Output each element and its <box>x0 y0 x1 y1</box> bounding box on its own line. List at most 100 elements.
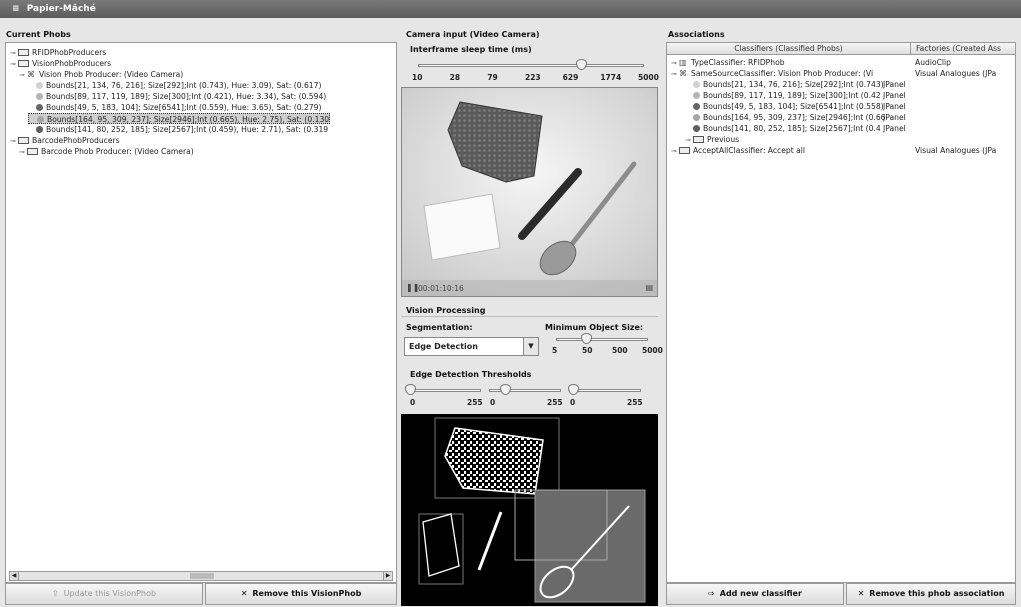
association-row[interactable]: Bounds[21, 134, 76, 216]; Size[292];Int … <box>667 79 1015 90</box>
association-row[interactable]: ⊸ ⌘ SameSourceClassifier: Vision Phob Prod… <box>667 68 1015 79</box>
tree-toggle-icon[interactable]: ⊸ <box>19 70 27 81</box>
menu-icon[interactable]: ≡ <box>12 4 20 14</box>
edge-threshold-tick-label: 0 <box>410 398 416 407</box>
remove-association-button[interactable]: ✕ Remove this phob association <box>846 583 1016 605</box>
add-classifier-button[interactable]: ⇨ Add new classifier <box>666 583 844 605</box>
phob-tree-row[interactable]: ⊸ VisionPhobProducers <box>10 58 111 69</box>
camera-feed-svg <box>402 88 657 296</box>
classifier-label: Bounds[89, 117, 119, 189]; Size[300];Int… <box>703 91 881 100</box>
factory-cell: JPanel <box>883 113 906 122</box>
edge-threshold-tick-label: 255 <box>547 398 563 407</box>
phob-tree-row[interactable]: Bounds[49, 5, 183, 104]; Size[6541];Int … <box>28 102 321 113</box>
fullscreen-icon[interactable]: ▤ <box>645 283 653 292</box>
phob-tree-label: Bounds[141, 80, 252, 185]; Size[2567];In… <box>46 125 329 134</box>
segmentation-label: Segmentation: <box>406 323 473 332</box>
classifier-label: TypeClassifier: RFIDPhob <box>691 58 785 67</box>
tree-toggle-icon[interactable]: ⊸ <box>10 59 18 70</box>
phob-tree-row[interactable]: ⊸ ⌘ Vision Phob Producer: (Video Camera) <box>19 69 183 80</box>
phob-tree-row[interactable]: ⊸ Barcode Phob Producer: (Video Camera) <box>19 146 194 157</box>
scroll-left-arrow-icon[interactable]: ◀ <box>9 571 19 581</box>
association-row[interactable]: ⊸ ▥ TypeClassifier: RFIDPhob AudioClip <box>667 57 1015 68</box>
edge-threshold-slider-track[interactable] <box>569 389 641 392</box>
phob-color-dot-icon <box>693 114 700 121</box>
tree-toggle-icon[interactable]: ⊸ <box>10 136 18 147</box>
camera-icon: ⌘ <box>679 69 687 78</box>
remove-visionphob-button[interactable]: ✕ Remove this VisionPhob <box>205 583 397 605</box>
phob-tree-label: RFIDPhobProducers <box>32 48 107 57</box>
edge-threshold-slider-thumb[interactable] <box>405 384 417 395</box>
slider-tick-label: 500 <box>612 346 628 355</box>
association-row[interactable]: ⊸ Previous <box>667 134 1015 145</box>
phob-tree-row[interactable]: ⊸ RFIDPhobProducers <box>10 47 106 58</box>
slider-tick-label: 5000 <box>642 346 663 355</box>
classifier-cell: Bounds[164, 95, 309, 237]; Size[2946];In… <box>685 112 911 123</box>
paper-sheet-object <box>423 193 501 261</box>
classifier-cell: Bounds[89, 117, 119, 189]; Size[300];Int… <box>685 90 911 101</box>
classifier-label: SameSourceClassifier: Vision Phob Produc… <box>691 69 874 78</box>
slider-tick-label: 79 <box>487 73 498 82</box>
folder-icon <box>18 49 29 56</box>
associations-table[interactable]: Classifiers (Classified Phobs) Factories… <box>666 42 1016 583</box>
min-object-size-label: Minimum Object Size: <box>545 323 644 332</box>
slider-tick-label: 5000 <box>638 73 659 82</box>
vision-divider <box>401 316 658 317</box>
segmentation-select[interactable]: Edge Detection ▼ <box>404 337 539 356</box>
horizontal-scrollbar[interactable]: ◀ ▶ <box>9 571 393 581</box>
phob-color-dot-icon <box>36 93 43 100</box>
scroll-thumb[interactable] <box>190 573 214 579</box>
association-row[interactable]: Bounds[89, 117, 119, 189]; Size[300];Int… <box>667 90 1015 101</box>
phob-color-dot-icon <box>36 82 43 89</box>
classifiers-column-header[interactable]: Classifiers (Classified Phobs) <box>667 43 911 55</box>
phob-tree-row[interactable]: Bounds[21, 134, 76, 216]; Size[292];Int … <box>28 80 321 91</box>
factory-cell: JPanel <box>883 91 906 100</box>
slider-tick-label: 50 <box>582 346 593 355</box>
association-row[interactable]: Bounds[164, 95, 309, 237]; Size[2946];In… <box>667 112 1015 123</box>
slider-tick-label: 629 <box>562 73 579 82</box>
tree-toggle-icon[interactable]: ⊸ <box>19 147 27 158</box>
phob-tree-label: Barcode Phob Producer: (Video Camera) <box>41 147 194 156</box>
remove-icon: ✕ <box>240 589 248 598</box>
edge-threshold-slider-thumb[interactable] <box>568 384 580 395</box>
sleep-time-label: Interframe sleep time (ms) <box>410 45 532 54</box>
association-row[interactable]: Bounds[141, 80, 252, 185]; Size[2567];In… <box>667 123 1015 134</box>
folder-icon <box>693 136 704 143</box>
phob-tree-label: Bounds[89, 117, 119, 189]; Size[300];Int… <box>46 92 327 101</box>
sleep-time-slider-thumb[interactable] <box>575 59 587 70</box>
association-row[interactable]: Bounds[49, 5, 183, 104]; Size[6541];Int … <box>667 101 1015 112</box>
edge-threshold-slider-thumb[interactable] <box>499 384 511 395</box>
phob-tree-label: Bounds[49, 5, 183, 104]; Size[6541];Int … <box>46 103 322 112</box>
edge-detection-svg <box>418 417 646 603</box>
edge-thresholds-label: Edge Detection Thresholds <box>410 370 532 379</box>
sleep-time-slider-track[interactable] <box>418 64 644 67</box>
tree-toggle-icon[interactable]: ⊸ <box>671 146 679 157</box>
folder-icon <box>18 60 29 67</box>
chevron-down-icon[interactable]: ▼ <box>523 338 538 355</box>
edge-threshold-tick-label: 255 <box>627 398 643 407</box>
phob-tree-row[interactable]: ⊸ BarcodePhobProducers <box>10 135 120 146</box>
factories-column-header[interactable]: Factories (Created Ass <box>913 43 1015 55</box>
phob-tree-row[interactable]: Bounds[164, 95, 309, 237]; Size[2946];In… <box>28 113 331 124</box>
edge-threshold-slider-track[interactable] <box>409 389 481 392</box>
association-row[interactable]: ⊸ AcceptAllClassifier: Accept all Visual A… <box>667 145 1015 156</box>
factory-cell: Visual Analogues (JPa <box>915 146 997 155</box>
phob-color-dot-icon <box>693 125 700 132</box>
window-titlebar[interactable]: ≡ Papier-Mâché <box>0 0 1021 18</box>
phob-tree-row[interactable]: Bounds[141, 80, 252, 185]; Size[2567];In… <box>28 124 328 135</box>
classifier-cell: Bounds[21, 134, 76, 216]; Size[292];Int … <box>685 79 911 90</box>
folder-icon <box>27 148 38 155</box>
min-size-slider-track[interactable] <box>556 338 648 341</box>
scroll-right-arrow-icon[interactable]: ▶ <box>383 571 393 581</box>
edge-threshold-tick-label: 255 <box>467 398 483 407</box>
phob-tree-row[interactable]: Bounds[89, 117, 119, 189]; Size[300];Int… <box>28 91 326 102</box>
phob-tree[interactable]: ◀ ▶ ⊸ RFIDPhobProducers ⊸ VisionPhobProduce… <box>5 42 397 583</box>
slider-tick-label: 10 <box>412 73 423 82</box>
current-phobs-title: Current Phobs <box>6 30 71 39</box>
folder-icon <box>18 137 29 144</box>
app-window: ≡ Papier-Mâché Current Phobs ◀ ▶ ⊸ RFIDPh… <box>0 0 1021 607</box>
slider-tick-label: 223 <box>525 73 541 82</box>
classifier-label: AcceptAllClassifier: Accept all <box>693 146 805 155</box>
update-visionphob-button[interactable]: ⇪ Update this VisionPhob <box>5 583 203 605</box>
remove-association-icon: ✕ <box>857 589 865 598</box>
min-size-slider-thumb[interactable] <box>581 333 593 344</box>
factory-cell: JPanel <box>883 124 906 133</box>
